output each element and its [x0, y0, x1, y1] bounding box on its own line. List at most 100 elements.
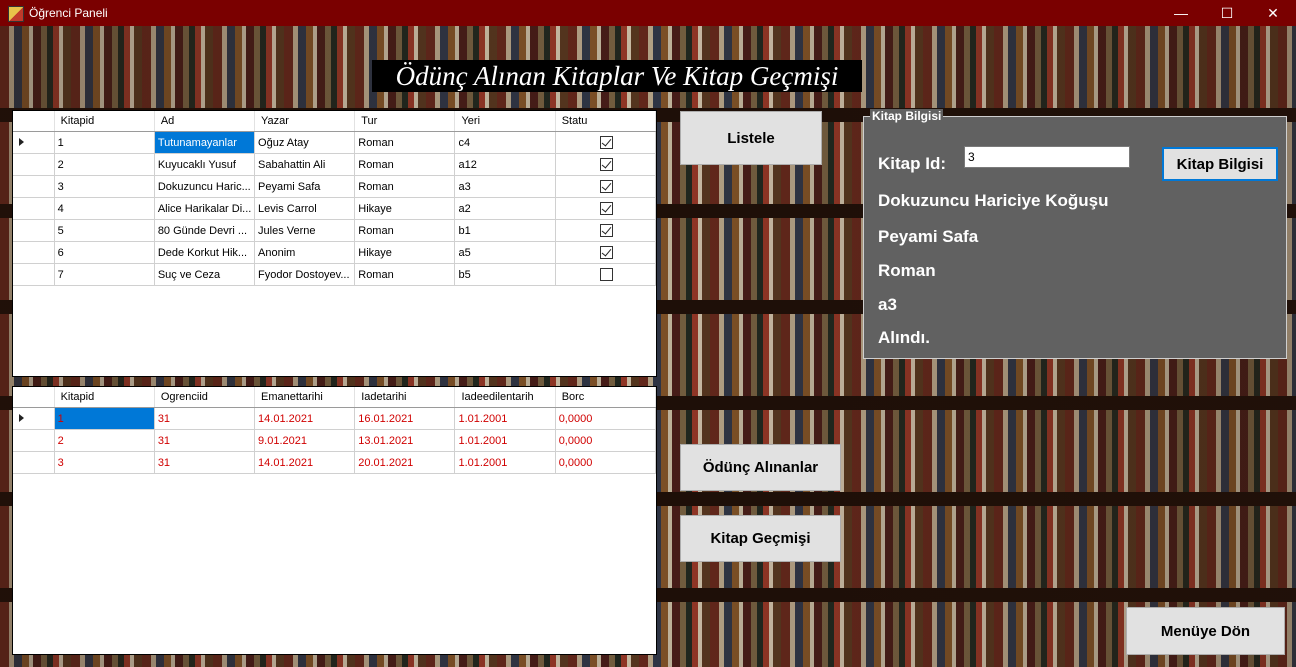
cell-yazar[interactable]: Fyodor Dostoyev... — [254, 263, 356, 286]
cell-statu[interactable] — [554, 175, 657, 198]
cell-ogrenciid[interactable]: 31 — [153, 429, 256, 452]
row-header[interactable] — [13, 429, 55, 452]
cell-id[interactable]: 6 — [53, 241, 155, 264]
cell-tur[interactable]: Roman — [354, 263, 456, 286]
cell-yeri[interactable]: a2 — [454, 197, 556, 220]
col-ogrenciid[interactable]: Ogrenciid — [154, 387, 256, 408]
table-row[interactable]: 7 Suç ve Ceza Fyodor Dostoyev... Roman b5 — [13, 263, 657, 286]
cell-iade[interactable]: 13.01.2021 — [354, 429, 456, 452]
cell-tur[interactable]: Roman — [354, 153, 456, 176]
cell-statu[interactable] — [554, 153, 657, 176]
statu-checkbox[interactable] — [600, 268, 614, 281]
table-row[interactable]: 1 31 14.01.2021 16.01.2021 1.01.2001 0,0000 — [13, 407, 657, 430]
cell-ad[interactable]: Kuyucaklı Yusuf — [153, 153, 256, 176]
cell-yeri[interactable]: b5 — [454, 263, 556, 286]
cell-yazar[interactable]: Sabahattin Ali — [254, 153, 356, 176]
maximize-button[interactable]: ☐ — [1204, 0, 1250, 26]
col-ad[interactable]: Ad — [154, 111, 256, 132]
cell-kitapid[interactable]: 3 — [53, 451, 155, 474]
cell-statu[interactable] — [554, 263, 657, 286]
statu-checkbox[interactable] — [600, 202, 614, 215]
cell-id[interactable]: 5 — [53, 219, 155, 242]
cell-borc[interactable]: 0,0000 — [554, 407, 657, 430]
table-row[interactable]: 5 80 Günde Devri ... Jules Verne Roman b1 — [13, 219, 657, 242]
col-iadetarihi[interactable]: Iadetarihi — [354, 387, 456, 408]
cell-id[interactable]: 1 — [53, 131, 155, 154]
cell-tur[interactable]: Roman — [354, 175, 456, 198]
cell-tur[interactable]: Roman — [354, 219, 456, 242]
cell-id[interactable]: 3 — [53, 175, 155, 198]
cell-yeri[interactable]: a3 — [454, 175, 556, 198]
cell-iadeedilen[interactable]: 1.01.2001 — [454, 451, 556, 474]
menuye-don-button[interactable]: Menüye Dön — [1126, 607, 1285, 655]
row-header[interactable] — [13, 263, 55, 286]
statu-checkbox[interactable] — [600, 246, 614, 259]
col-kitapid[interactable]: Kitapid — [54, 111, 155, 132]
col-emanettarihi[interactable]: Emanettarihi — [254, 387, 356, 408]
cell-ogrenciid[interactable]: 31 — [153, 451, 256, 474]
table-row[interactable]: 2 Kuyucaklı Yusuf Sabahattin Ali Roman a12 — [13, 153, 657, 176]
row-header[interactable] — [13, 219, 55, 242]
cell-emanet[interactable]: 14.01.2021 — [254, 407, 356, 430]
row-header[interactable] — [13, 153, 55, 176]
cell-iade[interactable]: 20.01.2021 — [354, 451, 456, 474]
cell-ad[interactable]: Dokuzuncu Haric... — [153, 175, 256, 198]
row-header[interactable] — [13, 131, 55, 154]
row-header[interactable] — [13, 175, 55, 198]
col-borc[interactable]: Borc — [555, 387, 657, 408]
cell-yeri[interactable]: a5 — [454, 241, 556, 264]
minimize-button[interactable]: — — [1158, 0, 1204, 26]
cell-ad[interactable]: 80 Günde Devri ... — [153, 219, 256, 242]
cell-iadeedilen[interactable]: 1.01.2001 — [454, 407, 556, 430]
cell-ad[interactable]: Dede Korkut Hik... — [153, 241, 256, 264]
cell-iade[interactable]: 16.01.2021 — [354, 407, 456, 430]
cell-ad[interactable]: Tutunamayanlar — [153, 131, 256, 154]
statu-checkbox[interactable] — [600, 136, 614, 149]
cell-yazar[interactable]: Peyami Safa — [254, 175, 356, 198]
col-statu[interactable]: Statu — [555, 111, 657, 132]
cell-ogrenciid[interactable]: 31 — [153, 407, 256, 430]
cell-statu[interactable] — [554, 131, 657, 154]
row-header[interactable] — [13, 407, 55, 430]
row-header[interactable] — [13, 197, 55, 220]
cell-yazar[interactable]: Oğuz Atay — [254, 131, 356, 154]
table-row[interactable]: 6 Dede Korkut Hik... Anonim Hikaye a5 — [13, 241, 657, 264]
cell-yeri[interactable]: a12 — [454, 153, 556, 176]
cell-yeri[interactable]: b1 — [454, 219, 556, 242]
table-row[interactable]: 4 Alice Harikalar Di... Levis Carrol Hikaye… — [13, 197, 657, 220]
kitap-bilgisi-button[interactable]: Kitap Bilgisi — [1162, 147, 1278, 181]
statu-checkbox[interactable] — [600, 158, 614, 171]
col-tur[interactable]: Tur — [354, 111, 456, 132]
cell-id[interactable]: 7 — [53, 263, 155, 286]
col-iadeedilentarih[interactable]: Iadeedilentarih — [454, 387, 556, 408]
row-header[interactable] — [13, 451, 55, 474]
statu-checkbox[interactable] — [600, 180, 614, 193]
close-button[interactable]: ✕ — [1250, 0, 1296, 26]
col-yazar[interactable]: Yazar — [254, 111, 356, 132]
col-kitapid[interactable]: Kitapid — [54, 387, 155, 408]
cell-emanet[interactable]: 9.01.2021 — [254, 429, 356, 452]
cell-yazar[interactable]: Jules Verne — [254, 219, 356, 242]
cell-kitapid[interactable]: 2 — [53, 429, 155, 452]
cell-yeri[interactable]: c4 — [454, 131, 556, 154]
cell-borc[interactable]: 0,0000 — [554, 451, 657, 474]
statu-checkbox[interactable] — [600, 224, 614, 237]
table-row[interactable]: 3 Dokuzuncu Haric... Peyami Safa Roman a3 — [13, 175, 657, 198]
kitap-gecmisi-button[interactable]: Kitap Geçmişi — [680, 515, 841, 562]
cell-yazar[interactable]: Levis Carrol — [254, 197, 356, 220]
listele-button[interactable]: Listele — [680, 111, 822, 165]
odunc-alinanlar-button[interactable]: Ödünç Alınanlar — [680, 444, 841, 491]
cell-tur[interactable]: Hikaye — [354, 241, 456, 264]
cell-statu[interactable] — [554, 219, 657, 242]
loans-grid[interactable]: Kitapid Ogrenciid Emanettarihi Iadetarih… — [12, 386, 657, 655]
table-row[interactable]: 2 31 9.01.2021 13.01.2021 1.01.2001 0,0000 — [13, 429, 657, 452]
books-grid[interactable]: Kitapid Ad Yazar Tur Yeri Statu 1 Tutunam… — [12, 110, 657, 377]
cell-tur[interactable]: Roman — [354, 131, 456, 154]
cell-id[interactable]: 4 — [53, 197, 155, 220]
kitap-id-input[interactable] — [964, 146, 1130, 168]
cell-borc[interactable]: 0,0000 — [554, 429, 657, 452]
cell-emanet[interactable]: 14.01.2021 — [254, 451, 356, 474]
table-row[interactable]: 3 31 14.01.2021 20.01.2021 1.01.2001 0,0000 — [13, 451, 657, 474]
cell-tur[interactable]: Hikaye — [354, 197, 456, 220]
cell-id[interactable]: 2 — [53, 153, 155, 176]
